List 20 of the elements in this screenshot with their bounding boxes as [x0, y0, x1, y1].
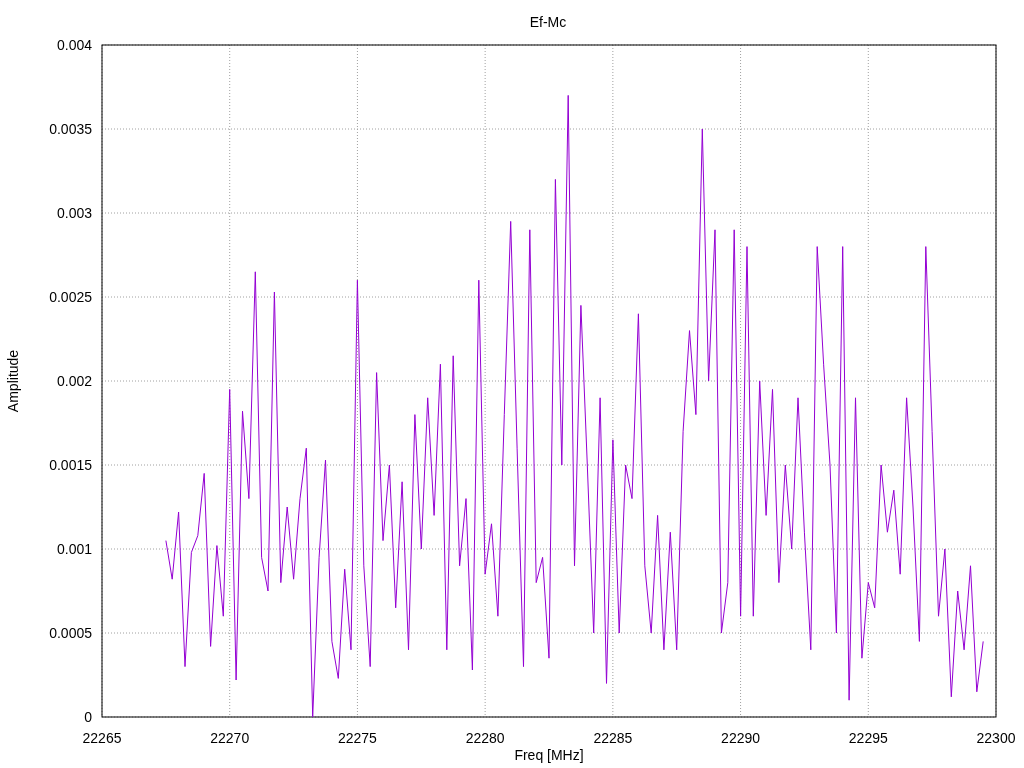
tick-label: 22290 — [721, 730, 761, 746]
tick-label: 22300 — [976, 730, 1016, 746]
tick-label: 0.0035 — [49, 121, 92, 137]
chart-title: Ef-Mc — [529, 14, 567, 30]
tick-label: 22295 — [848, 730, 888, 746]
tick-label: 22285 — [593, 730, 633, 746]
tick-label: 0.003 — [56, 205, 92, 221]
tick-label: 22275 — [337, 730, 377, 746]
tick-label: 0.0005 — [49, 625, 92, 641]
tick-label: 22270 — [210, 730, 250, 746]
tick-label: 0.004 — [56, 37, 92, 53]
x-axis-label: Freq [MHz] — [514, 747, 584, 763]
tick-label: 0 — [84, 709, 92, 725]
tick-label: 22265 — [82, 730, 122, 746]
tick-label: 0.0025 — [49, 289, 92, 305]
tick-label: 22280 — [465, 730, 505, 746]
tick-label: 0.001 — [56, 541, 92, 557]
tick-label: 0.002 — [56, 373, 92, 389]
tick-label: 0.0015 — [49, 457, 92, 473]
y-axis-label: Amplitude — [5, 349, 21, 413]
